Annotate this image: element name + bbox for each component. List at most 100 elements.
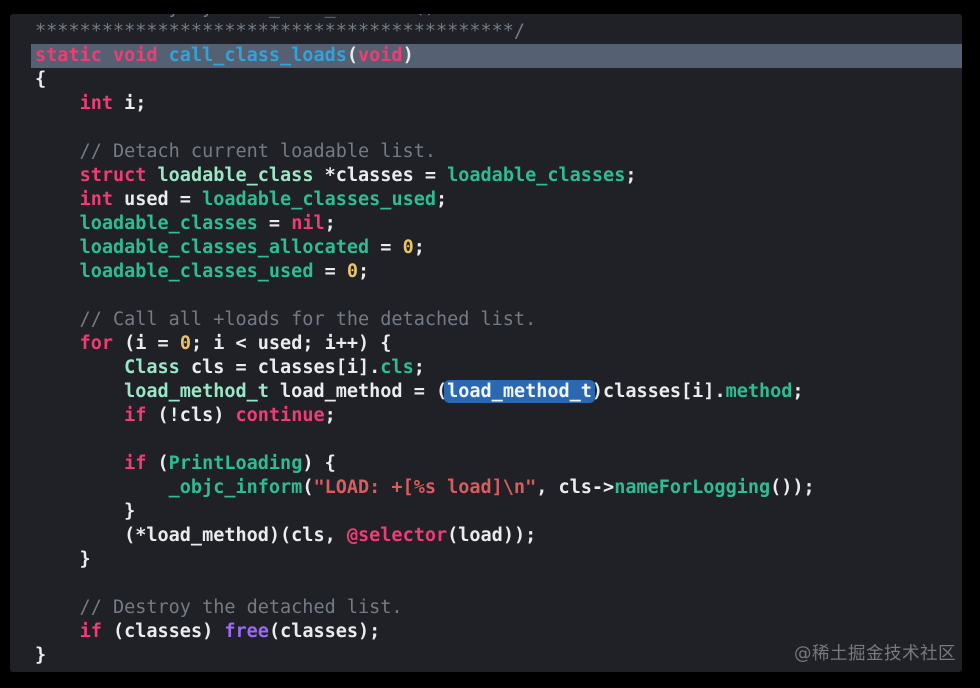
code-token: (*load_method)(cls,: [35, 525, 347, 546]
code-token: 0: [346, 261, 359, 282]
code-token: (classes);: [268, 621, 381, 642]
code-token: ): [402, 45, 414, 66]
code-token: loadable_classes_used: [202, 189, 436, 210]
code-token: loadable_classes: [79, 213, 258, 234]
occurrence-highlight: load_method_t: [444, 380, 595, 403]
code-token: =: [257, 213, 292, 234]
code-line: }: [35, 500, 962, 524]
code-token: for: [79, 333, 113, 354]
code-token: int: [79, 93, 113, 114]
code-token: nil: [291, 213, 325, 234]
code-token: if: [79, 621, 102, 642]
code-token: ;: [413, 357, 425, 378]
code-token: ; i < used; i++) {: [190, 333, 392, 354]
code-line: loadable_classes = nil;: [35, 212, 962, 236]
code-token: (: [302, 477, 314, 498]
code-line: }: [35, 548, 962, 572]
code-token: 0: [402, 237, 414, 258]
code-token: loadable_class: [157, 165, 314, 186]
code-token: struct: [79, 165, 147, 186]
code-token: used =: [112, 189, 203, 210]
code-token: ());: [770, 477, 815, 498]
code-token: method: [725, 381, 793, 402]
code-token: cls = classes[i].: [179, 357, 381, 378]
code-token: free: [224, 621, 269, 642]
code-line-highlighted: static void call_class_loads(void): [31, 44, 962, 68]
code-token: Class: [124, 357, 180, 378]
code-token: ;: [792, 381, 804, 402]
code-token: (!cls): [146, 405, 236, 426]
code-token: if: [124, 405, 147, 426]
code-token: // Detach current loadable list.: [35, 141, 436, 162]
code-line: if (PrintLoading) {: [35, 452, 962, 476]
code-area: * Called only by call_load_methods(). ***…: [10, 14, 962, 672]
code-line: Class cls = classes[i].cls;: [35, 356, 962, 380]
code-token: int: [79, 189, 113, 210]
code-token: ;: [324, 213, 336, 234]
code-line: int used = loadable_classes_used;: [35, 188, 962, 212]
code-line: if (!cls) continue;: [35, 404, 962, 428]
code-line: (*load_method)(cls, @selector(load));: [35, 524, 962, 548]
code-line: }: [35, 644, 962, 668]
code-line: // Call all +loads for the detached list…: [35, 308, 962, 332]
code-token: call_class_loads: [168, 45, 347, 66]
code-token: cls: [380, 357, 414, 378]
code-token: // Destroy the detached list.: [35, 597, 403, 618]
code-token: , cls->: [536, 477, 615, 498]
code-token: ****************************************…: [35, 21, 526, 42]
code-token: }: [35, 645, 47, 666]
code-token: ;: [436, 189, 448, 210]
code-line: loadable_classes_allocated = 0;: [35, 236, 962, 260]
code-line: ****************************************…: [35, 20, 962, 44]
code-token: load_method_t: [124, 381, 269, 402]
screenshot-root: * Called only by call_load_methods(). ***…: [0, 0, 980, 688]
code-token: ;: [413, 237, 425, 258]
code-line: if (classes) free(classes);: [35, 620, 962, 644]
code-token: ) {: [302, 453, 336, 474]
code-token: loadable_classes: [447, 165, 626, 186]
code-token: }: [35, 549, 91, 570]
code-token: (: [146, 453, 169, 474]
code-token: void: [358, 45, 403, 66]
code-token: *classes =: [313, 165, 448, 186]
code-line: loadable_classes_used = 0;: [35, 260, 962, 284]
code-line: for (i = 0; i < used; i++) {: [35, 332, 962, 356]
code-token: loadable_classes_used: [79, 261, 314, 282]
code-token: @selector: [346, 525, 448, 546]
code-token: )classes[i].: [591, 381, 726, 402]
code-token: ;: [324, 405, 336, 426]
code-token: continue: [235, 405, 325, 426]
code-line: // Destroy the detached list.: [35, 596, 962, 620]
code-token: * Called only by call_load_methods().: [35, 14, 447, 18]
code-line: // Detach current loadable list.: [35, 140, 962, 164]
code-token: =: [313, 261, 347, 282]
code-line: struct loadable_class *classes = loadabl…: [35, 164, 962, 188]
code-token: nameForLogging: [614, 477, 771, 498]
code-token: (i =: [112, 333, 180, 354]
code-token: i;: [112, 93, 147, 114]
code-line: _objc_inform("LOAD: +[%s load]\n", cls->…: [35, 476, 962, 500]
code-token: // Call all +loads for the detached list…: [35, 309, 537, 330]
code-token: (classes): [101, 621, 225, 642]
code-line: {: [35, 68, 962, 92]
code-token: load_method = (: [268, 381, 448, 402]
code-editor-panel[interactable]: * Called only by call_load_methods(). ***…: [10, 14, 962, 672]
